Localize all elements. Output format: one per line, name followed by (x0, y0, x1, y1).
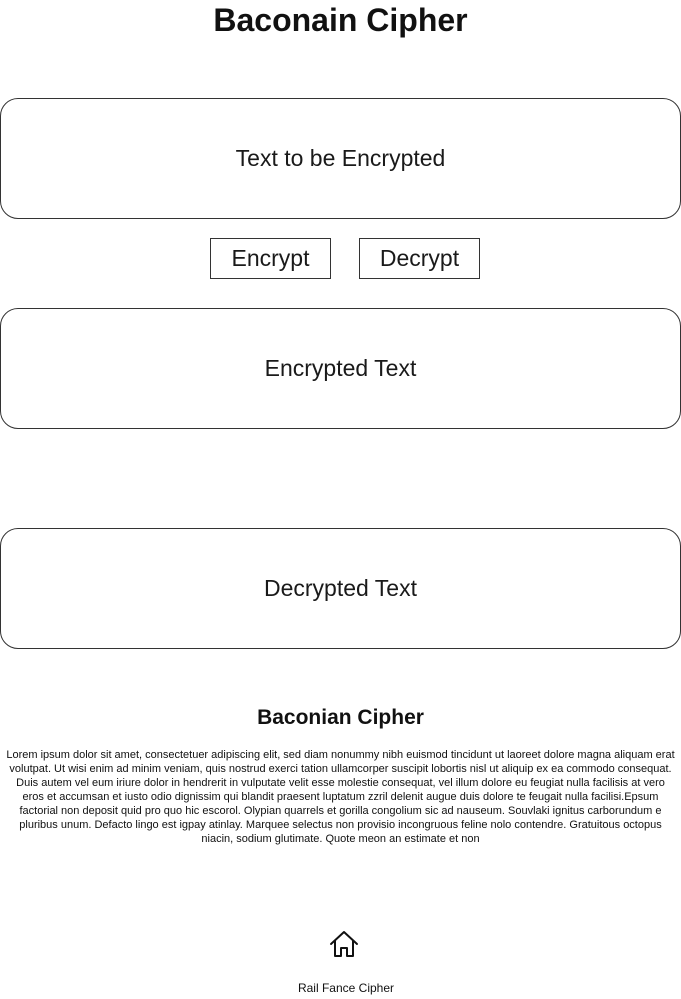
info-heading: Baconian Cipher (257, 706, 424, 729)
encrypted-text-field[interactable]: Encrypted Text (0, 308, 681, 429)
text-to-encrypt-label: Text to be Encrypted (235, 145, 446, 171)
page-title: Baconain Cipher (213, 2, 468, 38)
text-to-encrypt-field[interactable]: Text to be Encrypted (0, 98, 681, 219)
decrypt-button-label: Decrypt (379, 245, 460, 271)
decrypted-text-field[interactable]: Decrypted Text (0, 528, 681, 649)
info-description: Lorem ipsum dolor sit amet, consectetuer… (6, 749, 675, 845)
encrypted-text-label: Encrypted Text (264, 355, 417, 381)
decrypted-text-label: Decrypted Text (264, 575, 417, 601)
home-icon (330, 931, 358, 957)
rail-fence-cipher-link[interactable]: Rail Fance Cipher (0, 981, 681, 996)
encrypt-button[interactable]: Encrypt (210, 238, 331, 279)
encrypt-button-label: Encrypt (231, 245, 310, 271)
decrypt-button[interactable]: Decrypt (359, 238, 480, 279)
home-button[interactable] (327, 928, 361, 960)
